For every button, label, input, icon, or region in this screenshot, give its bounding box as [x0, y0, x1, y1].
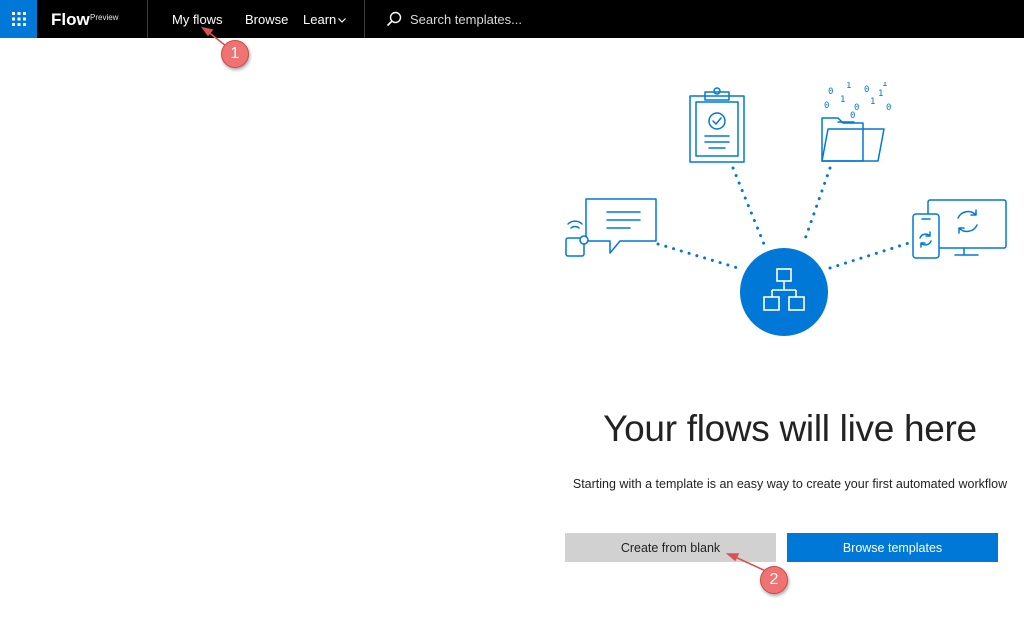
svg-text:0: 0 — [886, 103, 891, 113]
nav-learn-dropdown[interactable]: Learn — [303, 12, 347, 27]
app-brand-title[interactable]: Flow — [51, 10, 90, 30]
search-icon[interactable] — [386, 11, 402, 27]
top-navigation-bar: Flow Preview My flows Browse Learn — [0, 0, 1024, 38]
svg-text:1: 1 — [878, 89, 883, 99]
svg-text:1: 1 — [840, 95, 845, 105]
svg-text:0: 0 — [828, 87, 833, 97]
sync-devices-icon — [912, 199, 1007, 259]
preview-badge: Preview — [90, 13, 119, 22]
clipboard-icon — [689, 87, 745, 163]
svg-text:1: 1 — [882, 82, 887, 89]
svg-text:0: 0 — [850, 111, 855, 121]
flow-hub-icon — [740, 248, 828, 336]
search-templates-input[interactable] — [410, 9, 710, 29]
svg-text:0: 0 — [864, 85, 869, 95]
empty-state-description: Starting with a template is an easy way … — [572, 477, 1008, 491]
create-from-blank-button[interactable]: Create from blank — [565, 533, 776, 562]
app-launcher-button[interactable] — [0, 0, 37, 38]
data-folder-icon — [821, 117, 885, 162]
nav-browse[interactable]: Browse — [245, 12, 288, 27]
chevron-down-icon — [338, 18, 347, 23]
annotation-marker: 1 — [221, 40, 249, 68]
svg-text:1: 1 — [846, 82, 851, 91]
nav-my-flows[interactable]: My flows — [172, 12, 223, 27]
annotation-marker: 2 — [760, 566, 788, 594]
flows-connectivity-illustration: 0 1 0 1 0 1 0 1 0 0 1 — [565, 82, 1007, 336]
svg-text:0: 0 — [824, 101, 829, 111]
svg-text:1: 1 — [870, 97, 875, 107]
nav-divider — [147, 0, 148, 38]
browse-templates-button[interactable]: Browse templates — [787, 533, 998, 562]
waffle-grid-icon — [11, 12, 26, 26]
nav-divider — [364, 0, 365, 38]
nav-learn-label: Learn — [303, 12, 337, 27]
empty-state-heading: Your flows will live here — [603, 408, 977, 449]
chat-message-icon — [565, 198, 657, 257]
binary-digits: 0 1 0 1 0 1 0 1 0 0 1 — [824, 82, 891, 121]
